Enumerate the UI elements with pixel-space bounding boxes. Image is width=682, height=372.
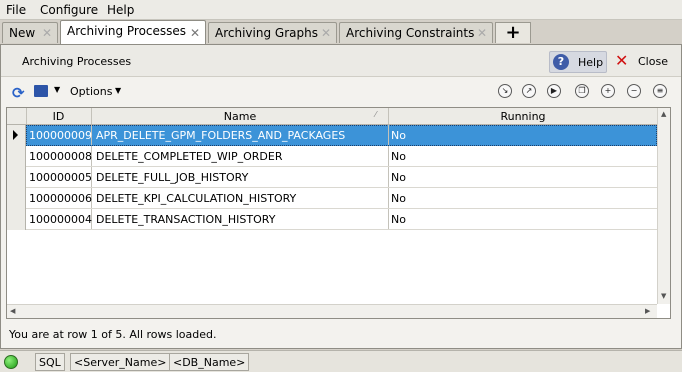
run-icon[interactable]: ▶: [547, 84, 561, 98]
column-header-id[interactable]: ID: [27, 110, 90, 123]
menu-configure[interactable]: Configure: [40, 3, 98, 17]
row-pointer-icon: [13, 130, 18, 140]
close-label: Close: [638, 55, 668, 68]
refresh-icon[interactable]: ⟳: [12, 84, 25, 102]
chevron-down-icon[interactable]: ▼: [54, 85, 60, 94]
tab-archiving-graphs[interactable]: Archiving Graphs ✕: [208, 22, 337, 43]
sql-indicator[interactable]: SQL: [35, 353, 65, 371]
tab-label: New: [9, 26, 36, 40]
close-icon: ✕: [615, 51, 629, 70]
scroll-up-icon[interactable]: ▲: [661, 110, 666, 118]
table-row[interactable]: 100000009 APR_DELETE_GPM_FOLDERS_AND_PACK…: [7, 125, 657, 146]
tab-label: Archiving Graphs: [215, 26, 318, 40]
print-icon[interactable]: [34, 85, 48, 97]
column-header-name[interactable]: Name: [92, 110, 388, 123]
cell-name: DELETE_COMPLETED_WIP_ORDER: [96, 150, 283, 163]
close-button[interactable]: ✕ Close: [613, 51, 679, 73]
cell-name: DELETE_FULL_JOB_HISTORY: [96, 171, 249, 184]
table-row[interactable]: 100000004 DELETE_TRANSACTION_HISTORY No: [7, 209, 657, 230]
question-icon: ?: [553, 54, 569, 70]
connection-status-icon: [4, 355, 18, 369]
add-icon[interactable]: +: [601, 84, 615, 98]
table-row[interactable]: 100000008 DELETE_COMPLETED_WIP_ORDER No: [7, 146, 657, 167]
tab-label: Archiving Processes: [67, 24, 187, 38]
cell-name: DELETE_KPI_CALCULATION_HISTORY: [96, 192, 297, 205]
scroll-down-icon[interactable]: ▼: [661, 292, 666, 300]
panel-header: Archiving Processes ? Help ✕ Close: [1, 45, 681, 77]
menu-help[interactable]: Help: [107, 3, 134, 17]
cell-running: No: [391, 192, 406, 205]
help-button[interactable]: ? Help: [549, 51, 607, 73]
close-icon[interactable]: ✕: [190, 26, 200, 40]
cell-name: APR_DELETE_GPM_FOLDERS_AND_PACKAGES: [96, 129, 346, 142]
row-header[interactable]: [7, 188, 26, 209]
remove-icon[interactable]: −: [627, 84, 641, 98]
cell-id: 100000004: [29, 213, 92, 226]
list-icon[interactable]: ≡: [653, 84, 667, 98]
toolbar: ⟳ ▼ Options ▼ ↘ ↗ ▶ ❐ + − ≡: [1, 79, 681, 103]
help-label: Help: [578, 56, 604, 69]
cell-running: No: [391, 150, 406, 163]
close-icon[interactable]: ✕: [477, 26, 487, 40]
cell-id: 100000005: [29, 171, 92, 184]
status-bar: SQL <Server_Name> <DB_Name>: [0, 350, 682, 372]
close-icon[interactable]: ✕: [321, 26, 331, 40]
cell-name: DELETE_TRANSACTION_HISTORY: [96, 213, 276, 226]
processes-table: ID Name ⁄ Running 100000009 APR_DELETE_GP…: [6, 107, 671, 319]
cell-running: No: [391, 171, 406, 184]
close-icon[interactable]: ✕: [42, 26, 52, 40]
table-row[interactable]: 100000006 DELETE_KPI_CALCULATION_HISTORY N…: [7, 188, 657, 209]
table-header: ID Name ⁄ Running: [7, 108, 657, 125]
add-tab-button[interactable]: +: [495, 22, 531, 43]
tab-label: Archiving Constraints: [346, 26, 475, 40]
cell-id: 100000008: [29, 150, 92, 163]
vertical-scrollbar[interactable]: ▲ ▼: [657, 108, 670, 304]
open-external-icon[interactable]: ↗: [522, 84, 536, 98]
column-header-running[interactable]: Running: [389, 110, 657, 123]
scroll-right-icon[interactable]: ▶: [645, 307, 650, 315]
horizontal-scrollbar[interactable]: ◀ ▶: [7, 304, 657, 318]
server-name: <Server_Name>: [70, 353, 171, 371]
tab-bar: New ✕ Archiving Processes ✕ Archiving Gr…: [0, 20, 682, 45]
cell-id: 100000006: [29, 192, 92, 205]
tab-new[interactable]: New ✕: [2, 22, 58, 43]
copy-icon[interactable]: ❐: [575, 84, 589, 98]
archiving-processes-panel: Archiving Processes ? Help ✕ Close ⟳ ▼ O…: [0, 44, 682, 349]
menu-bar: File Configure Help: [0, 0, 682, 20]
scroll-left-icon[interactable]: ◀: [10, 307, 15, 315]
row-header[interactable]: [7, 167, 26, 188]
options-menu[interactable]: Options: [70, 85, 112, 98]
row-header[interactable]: [7, 125, 26, 146]
db-name: <DB_Name>: [169, 353, 250, 371]
tab-archiving-constraints[interactable]: Archiving Constraints ✕: [339, 22, 493, 43]
sort-icon: ⁄: [375, 110, 377, 119]
menu-file[interactable]: File: [6, 3, 26, 17]
export-icon[interactable]: ↘: [498, 84, 512, 98]
panel-title: Archiving Processes: [22, 55, 132, 68]
tab-archiving-processes[interactable]: Archiving Processes ✕: [60, 20, 206, 45]
chevron-down-icon[interactable]: ▼: [115, 86, 121, 95]
row-header[interactable]: [7, 209, 26, 230]
row-header[interactable]: [7, 146, 26, 167]
row-status-message: You are at row 1 of 5. All rows loaded.: [9, 328, 217, 341]
cell-id: 100000009: [29, 129, 92, 142]
cell-running: No: [391, 213, 406, 226]
cell-running: No: [391, 129, 406, 142]
table-row[interactable]: 100000005 DELETE_FULL_JOB_HISTORY No: [7, 167, 657, 188]
